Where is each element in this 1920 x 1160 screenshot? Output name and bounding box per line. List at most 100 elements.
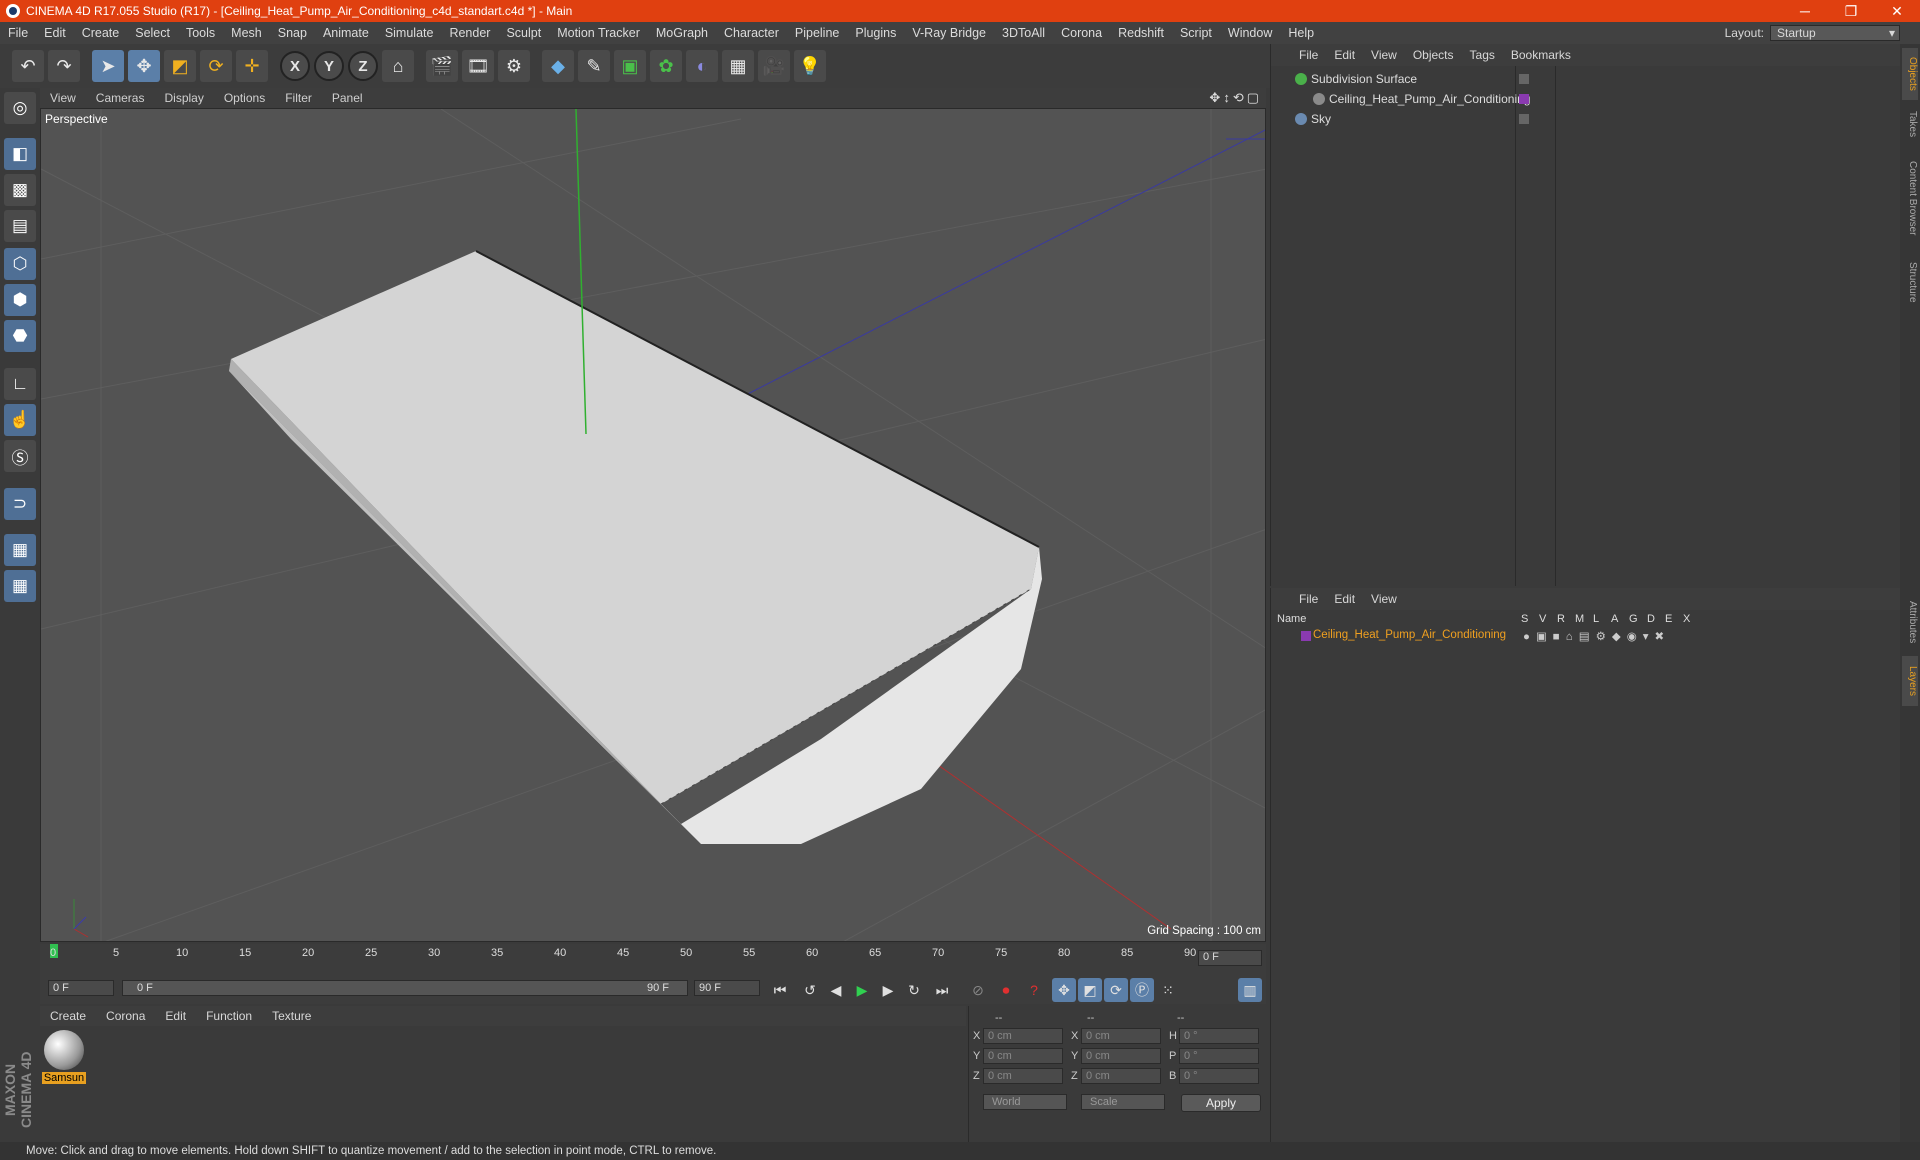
menu-pipeline[interactable]: Pipeline [787, 26, 847, 40]
menu-redshift[interactable]: Redshift [1110, 26, 1172, 40]
key-position-icon[interactable]: ✥ [1052, 978, 1076, 1002]
object-visibility-icon[interactable] [1519, 74, 1529, 84]
edge-mode-icon[interactable]: ⬢ [4, 284, 36, 316]
object-menu-bookmarks[interactable]: Bookmarks [1503, 48, 1579, 62]
apply-button[interactable]: Apply [1181, 1094, 1261, 1112]
world-dropdown[interactable]: World [983, 1094, 1067, 1110]
menu-select[interactable]: Select [127, 26, 178, 40]
rotation-h-field[interactable]: 0 ° [1179, 1028, 1259, 1044]
camera-icon[interactable]: 🎥 [758, 50, 790, 82]
menu-file[interactable]: File [0, 26, 36, 40]
redo-icon[interactable]: ↷ [48, 50, 80, 82]
start-frame-field[interactable]: 0 F [48, 980, 114, 996]
menu-corona[interactable]: Corona [1053, 26, 1110, 40]
live-select-icon[interactable]: ✛ [236, 50, 268, 82]
scale-tool-icon[interactable]: ◩ [164, 50, 196, 82]
go-to-end-icon[interactable]: ⏭ [930, 978, 954, 1002]
key-scale-icon[interactable]: ◩ [1078, 978, 1102, 1002]
y-axis-toggle[interactable]: Y [314, 51, 344, 81]
position-z-field[interactable]: 0 cm [983, 1068, 1063, 1084]
3d-viewport[interactable]: Perspective Grid Spacing : 100 cm [40, 108, 1266, 942]
current-frame-field[interactable]: 0 F [1198, 950, 1262, 966]
viewport-menu-panel[interactable]: Panel [322, 91, 373, 105]
minimize-button[interactable]: ─ [1782, 0, 1828, 22]
menu-create[interactable]: Create [74, 26, 128, 40]
viewport-menu-filter[interactable]: Filter [275, 91, 322, 105]
menu-motion-tracker[interactable]: Motion Tracker [549, 26, 648, 40]
layer-menu-file[interactable]: File [1291, 592, 1326, 606]
solo-mode-icon[interactable]: Ⓢ [4, 440, 36, 472]
menu-help[interactable]: Help [1280, 26, 1322, 40]
side-tab-objects[interactable]: Objects [1902, 48, 1918, 100]
object-menu-view[interactable]: View [1363, 48, 1405, 62]
menu-tools[interactable]: Tools [178, 26, 223, 40]
record-keys-icon[interactable]: ⊘ [966, 978, 990, 1002]
previous-keyframe-icon[interactable]: ↺ [798, 978, 822, 1002]
menu-script[interactable]: Script [1172, 26, 1220, 40]
menu-mesh[interactable]: Mesh [223, 26, 270, 40]
size-y-field[interactable]: 0 cm [1081, 1048, 1161, 1064]
key-rotation-icon[interactable]: ⟳ [1104, 978, 1128, 1002]
mograph-cloner-icon[interactable]: ✿ [650, 50, 682, 82]
side-tab-content-browser[interactable]: Content Browser [1902, 148, 1918, 248]
next-frame-icon[interactable]: ▶ [876, 978, 900, 1002]
menu-mograph[interactable]: MoGraph [648, 26, 716, 40]
viewport-menu-options[interactable]: Options [214, 91, 275, 105]
side-tab-takes[interactable]: Takes [1902, 104, 1918, 144]
object-visibility-icon[interactable] [1519, 114, 1529, 124]
render-settings-icon[interactable]: ⚙ [498, 50, 530, 82]
autokey-icon[interactable]: ⏺ [994, 978, 1018, 1002]
timeline-window-icon[interactable]: ▥ [1238, 978, 1262, 1002]
viewport-menu-cameras[interactable]: Cameras [86, 91, 155, 105]
close-button[interactable]: ✕ [1874, 0, 1920, 22]
key-param-icon[interactable]: Ⓟ [1130, 978, 1154, 1002]
deformer-icon[interactable]: ◐ [686, 50, 718, 82]
move-tool-icon[interactable]: ✥ [128, 50, 160, 82]
frame-range-slider[interactable]: 0 F 90 F [122, 980, 688, 996]
layer-row[interactable]: Ceiling_Heat_Pump_Air_Conditioning ●▣■⌂▤… [1271, 628, 1901, 644]
end-frame-field[interactable]: 90 F [694, 980, 760, 996]
menu-animate[interactable]: Animate [315, 26, 377, 40]
side-tab-attributes[interactable]: Attributes [1902, 592, 1918, 652]
object-row[interactable]: Subdivision Surface [1275, 70, 1895, 88]
z-axis-toggle[interactable]: Z [348, 51, 378, 81]
point-mode-icon[interactable]: ⬡ [4, 248, 36, 280]
material-menu-corona[interactable]: Corona [96, 1009, 155, 1023]
polygon-mode-icon[interactable]: ⬣ [4, 320, 36, 352]
render-picture-icon[interactable]: 🎞 [462, 50, 494, 82]
viewport-nav-icons[interactable]: ✥↕⟲▢ [1209, 90, 1262, 106]
play-icon[interactable]: ▶ [850, 978, 874, 1002]
object-row[interactable]: Sky [1275, 110, 1895, 128]
material-menu-function[interactable]: Function [196, 1009, 262, 1023]
next-keyframe-icon[interactable]: ↻ [902, 978, 926, 1002]
rotate-tool-icon[interactable]: ⟳ [200, 50, 232, 82]
menu-snap[interactable]: Snap [270, 26, 315, 40]
make-editable-icon[interactable]: ◎ [4, 92, 36, 124]
model-mode-icon[interactable]: ◧ [4, 138, 36, 170]
menu-sculpt[interactable]: Sculpt [498, 26, 549, 40]
object-menu-tags[interactable]: Tags [1462, 48, 1503, 62]
side-tab-structure[interactable]: Structure [1902, 252, 1918, 312]
go-to-start-icon[interactable]: ⏮ [768, 978, 792, 1002]
position-y-field[interactable]: 0 cm [983, 1048, 1063, 1064]
workplane-lock-icon[interactable]: ▦ [4, 534, 36, 566]
x-axis-toggle[interactable]: X [280, 51, 310, 81]
menu-3dtoall[interactable]: 3DToAll [994, 26, 1053, 40]
axis-mode-icon[interactable]: ∟ [4, 368, 36, 400]
cube-primitive-icon[interactable]: ◆ [542, 50, 574, 82]
subdivision-generator-icon[interactable]: ▣ [614, 50, 646, 82]
object-row[interactable]: Ceiling_Heat_Pump_Air_Conditioning [1275, 90, 1895, 108]
side-tab-layers[interactable]: Layers [1902, 656, 1918, 706]
timeline-ruler[interactable]: 0 F 0 5 10 15 20 25 30 35 40 45 50 55 60 65 70 75 80 85 90 [40, 944, 1266, 974]
object-menu-objects[interactable]: Objects [1405, 48, 1462, 62]
layer-menu-edit[interactable]: Edit [1326, 592, 1363, 606]
coordinate-system-icon[interactable]: ⌂ [382, 50, 414, 82]
snap-magnet-icon[interactable]: ⊃ [4, 488, 36, 520]
menu-simulate[interactable]: Simulate [377, 26, 442, 40]
rotation-b-field[interactable]: 0 ° [1179, 1068, 1259, 1084]
menu-plugins[interactable]: Plugins [847, 26, 904, 40]
layer-menu-view[interactable]: View [1363, 592, 1405, 606]
material-menu-edit[interactable]: Edit [155, 1009, 196, 1023]
viewport-menu-display[interactable]: Display [154, 91, 213, 105]
position-x-field[interactable]: 0 cm [983, 1028, 1063, 1044]
